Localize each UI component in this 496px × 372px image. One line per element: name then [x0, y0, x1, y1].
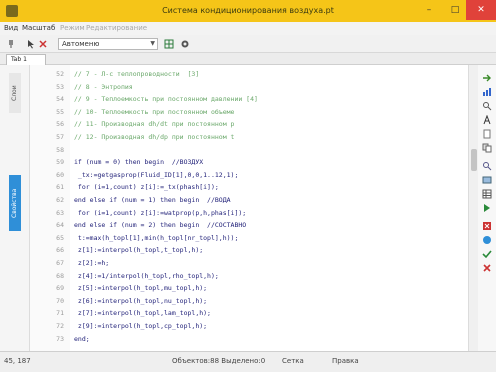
grid-icon[interactable]: [164, 39, 174, 49]
line-number: 67: [56, 259, 64, 267]
line-number: 69: [56, 284, 64, 293]
status-bar: 45, 187 Объектов:88 Выделено:0 Сетка Пра…: [0, 351, 496, 372]
line-number: 52: [56, 70, 64, 78]
line-number: 55: [56, 107, 64, 116]
code-line: z[1]:=interpol(h_topl,t_topl,h);: [74, 246, 204, 255]
line-number: 62: [56, 196, 64, 204]
line-number: 64: [56, 221, 64, 230]
code-line: z[6]:=interpol(h_topl,nu_topl,h);: [74, 296, 208, 305]
tab-layers[interactable]: Слои: [9, 73, 21, 113]
right-toolbar: [478, 65, 496, 351]
left-panel: Слои Свойства: [0, 65, 30, 351]
find-icon[interactable]: [482, 101, 492, 111]
title-bar: Система кондиционирования воздуха.pt – □…: [0, 0, 496, 22]
layer-select[interactable]: Автоменю ▼: [58, 38, 158, 50]
chevron-down-icon: ▼: [150, 40, 155, 47]
line-number: 71: [56, 309, 64, 318]
line-number: 54: [56, 95, 64, 104]
code-line: z[4]:=1/interpol(h_topl,rho_topl,h);: [74, 271, 219, 280]
code-line: z[2]:=h;: [74, 259, 110, 267]
line-number: 57: [56, 133, 64, 141]
line-number-gutter: 52 53 54 55 56 57 58 59 60 61 62 63 64 65 66 67 68 69 70 71…: [30, 65, 70, 351]
code-line: z[7]:=interpol(h_topl,lam_topl,h);: [74, 309, 211, 318]
zoom-icon[interactable]: [482, 161, 492, 171]
objects-count: Объектов:88 Выделено:0: [172, 357, 266, 365]
code-line: _tx:=getgasprop(Fluid_ID[1],0,0,1..12,1)…: [74, 170, 239, 179]
code-line: // 9 - Теплоемкость при постоянном давле…: [74, 95, 258, 104]
image-icon[interactable]: [482, 175, 492, 185]
info-icon[interactable]: [482, 235, 492, 245]
close-x-icon[interactable]: [482, 263, 492, 273]
minimize-button[interactable]: –: [416, 0, 442, 20]
line-number: 61: [56, 183, 64, 192]
code-editor[interactable]: // 7 - Л-с теплопроводности [3] // 8 - Эн…: [70, 65, 468, 351]
tool-x-icon[interactable]: [38, 39, 48, 49]
line-number: 56: [56, 120, 64, 129]
tab-1[interactable]: Tab 1: [6, 54, 46, 65]
copy-icon[interactable]: [482, 143, 492, 153]
toolbar: Автоменю ▼: [0, 35, 496, 53]
line-number: 70: [56, 296, 64, 305]
chart-icon[interactable]: [482, 87, 492, 97]
document-icon[interactable]: [482, 129, 492, 139]
layer-select-value: Автоменю: [62, 40, 100, 48]
code-line: end else if (num = 2) then begin //СОСТА…: [74, 221, 247, 230]
code-line: // 10- Теплоемкость при постоянном объем…: [74, 107, 235, 116]
code-line: for (i=1,count) z[i]:=_tx(phash[i]);: [74, 183, 219, 192]
play-icon[interactable]: [482, 203, 492, 213]
line-number: 58: [56, 145, 64, 154]
pointer-tool-icon[interactable]: [26, 39, 36, 49]
vertical-scrollbar[interactable]: [468, 65, 478, 351]
code-line: end;: [74, 334, 90, 343]
code-line: // 7 - Л-с теплопроводности [3]: [74, 70, 200, 78]
code-line: if (num = 0) then begin //ВОЗДУХ: [74, 158, 204, 167]
menu-scale[interactable]: Масштаб: [22, 24, 55, 32]
line-number: 60: [56, 170, 64, 179]
close-button[interactable]: ✕: [466, 0, 496, 20]
line-number: 59: [56, 158, 64, 167]
delete-icon[interactable]: [482, 221, 492, 231]
menu-mode[interactable]: Режим: [60, 24, 85, 32]
code-line: z[9]:=interpol(h_topl,cp_topl,h);: [74, 322, 208, 330]
tab-strip: Tab 1: [0, 53, 496, 65]
code-line: for (i=1,count) z[i]:=watprop(p,h,phas[i…: [74, 208, 247, 217]
code-line: // 8 - Энтропия: [74, 82, 133, 91]
table-icon[interactable]: [482, 189, 492, 199]
cursor-position: 45, 187: [4, 357, 31, 365]
tab-properties[interactable]: Свойства: [9, 175, 21, 231]
line-number: 66: [56, 246, 64, 255]
code-line: t:=max(h_topl[1],min(h_topl[nr_topl],h))…: [74, 233, 239, 242]
code-line: end else if (num = 1) then begin //ВОДА: [74, 196, 231, 204]
check-icon[interactable]: [482, 249, 492, 259]
menu-bar: Вид Масштаб Режим Редактирование: [0, 22, 496, 35]
line-number: 65: [56, 233, 64, 242]
line-number: 72: [56, 322, 64, 330]
code-line: // 11- Производная dh/dt при постоянном …: [74, 120, 235, 129]
grid-status: Сетка: [282, 357, 304, 365]
line-number: 68: [56, 271, 64, 280]
line-number: 63: [56, 208, 64, 217]
menu-edit[interactable]: Редактирование: [86, 24, 147, 32]
line-number: 53: [56, 82, 64, 91]
code-line: // 12- Производная dh/dp при постоянном …: [74, 133, 235, 141]
menu-view[interactable]: Вид: [4, 24, 18, 32]
mode-status: Правка: [332, 357, 359, 365]
arrow-right-icon[interactable]: [482, 73, 492, 83]
line-number: 73: [56, 334, 64, 343]
code-line: z[5]:=interpol(h_topl,mu_topl,h);: [74, 284, 208, 293]
maximize-button[interactable]: □: [442, 0, 468, 20]
text-icon[interactable]: [482, 115, 492, 125]
pin-icon[interactable]: [6, 39, 16, 49]
settings-icon[interactable]: [180, 39, 190, 49]
scrollbar-thumb[interactable]: [471, 149, 477, 171]
